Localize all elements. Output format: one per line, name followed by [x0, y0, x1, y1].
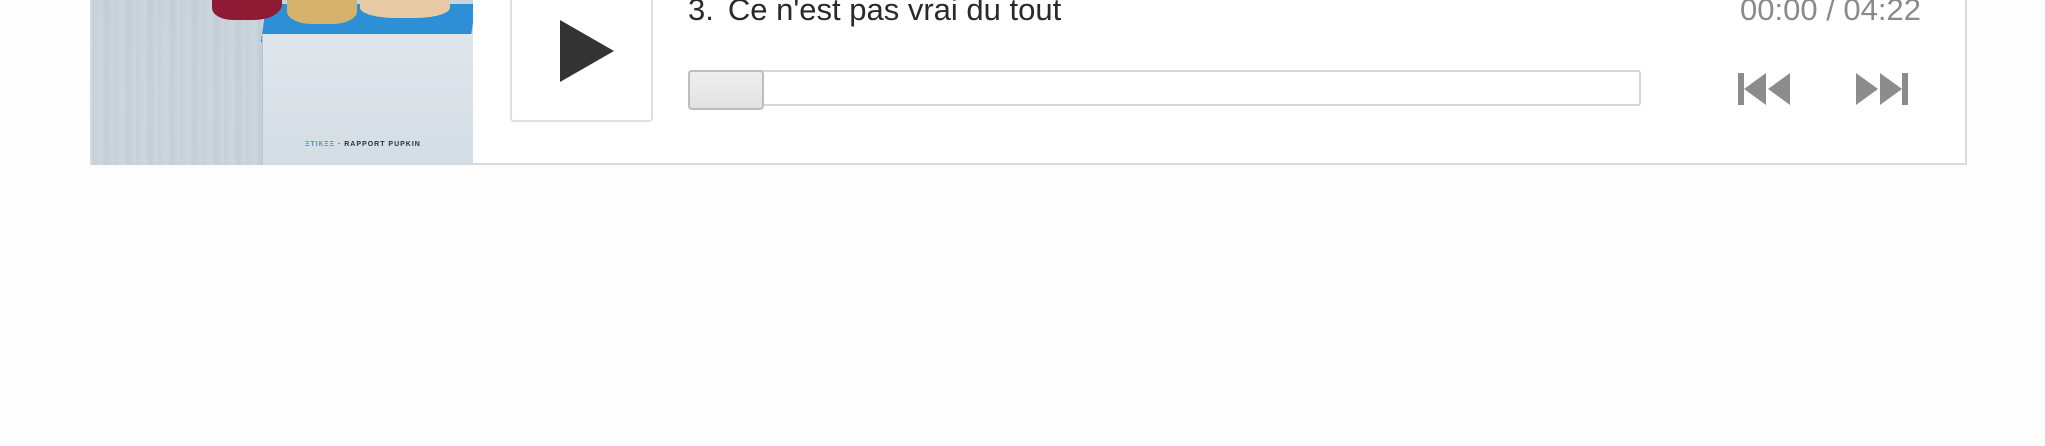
skip-forward-icon [1856, 73, 1908, 105]
skip-back-icon [1738, 73, 1790, 105]
album-art-figure [360, 0, 450, 18]
audio-player: ΞТIКΞΞ · RAPPORT PUPKIN 3. Ce n'est pas v… [90, 0, 1967, 165]
seek-handle[interactable] [688, 70, 764, 110]
current-time: 00:00 [1740, 0, 1818, 27]
time-separator: / [1817, 0, 1844, 27]
play-icon [560, 20, 614, 82]
album-art-caption: ΞТIКΞΞ · RAPPORT PUPKIN [305, 141, 421, 148]
album-art-caption-accent: ΞТIКΞΞ [305, 141, 336, 148]
previous-track-button[interactable] [1734, 70, 1794, 108]
track-title: 3. Ce n'est pas vrai du tout [688, 0, 1061, 28]
time-readout: 00:00 / 04:22 [1740, 0, 1921, 28]
seek-bar[interactable] [688, 70, 1641, 110]
play-button[interactable] [510, 0, 653, 122]
album-art-caption-label: RAPPORT PUPKIN [344, 141, 421, 148]
track-name: Ce n'est pas vrai du tout [727, 0, 1062, 27]
next-track-button[interactable] [1852, 70, 1912, 108]
album-art-wall [92, 0, 262, 165]
track-duration: 04:22 [1843, 0, 1921, 27]
album-cover-image: ΞТIКΞΞ · RAPPORT PUPKIN [92, 0, 473, 165]
album-art-figure [287, 0, 357, 24]
album-art-caption-separator: · [335, 141, 345, 148]
track-number: 3. [688, 0, 714, 27]
